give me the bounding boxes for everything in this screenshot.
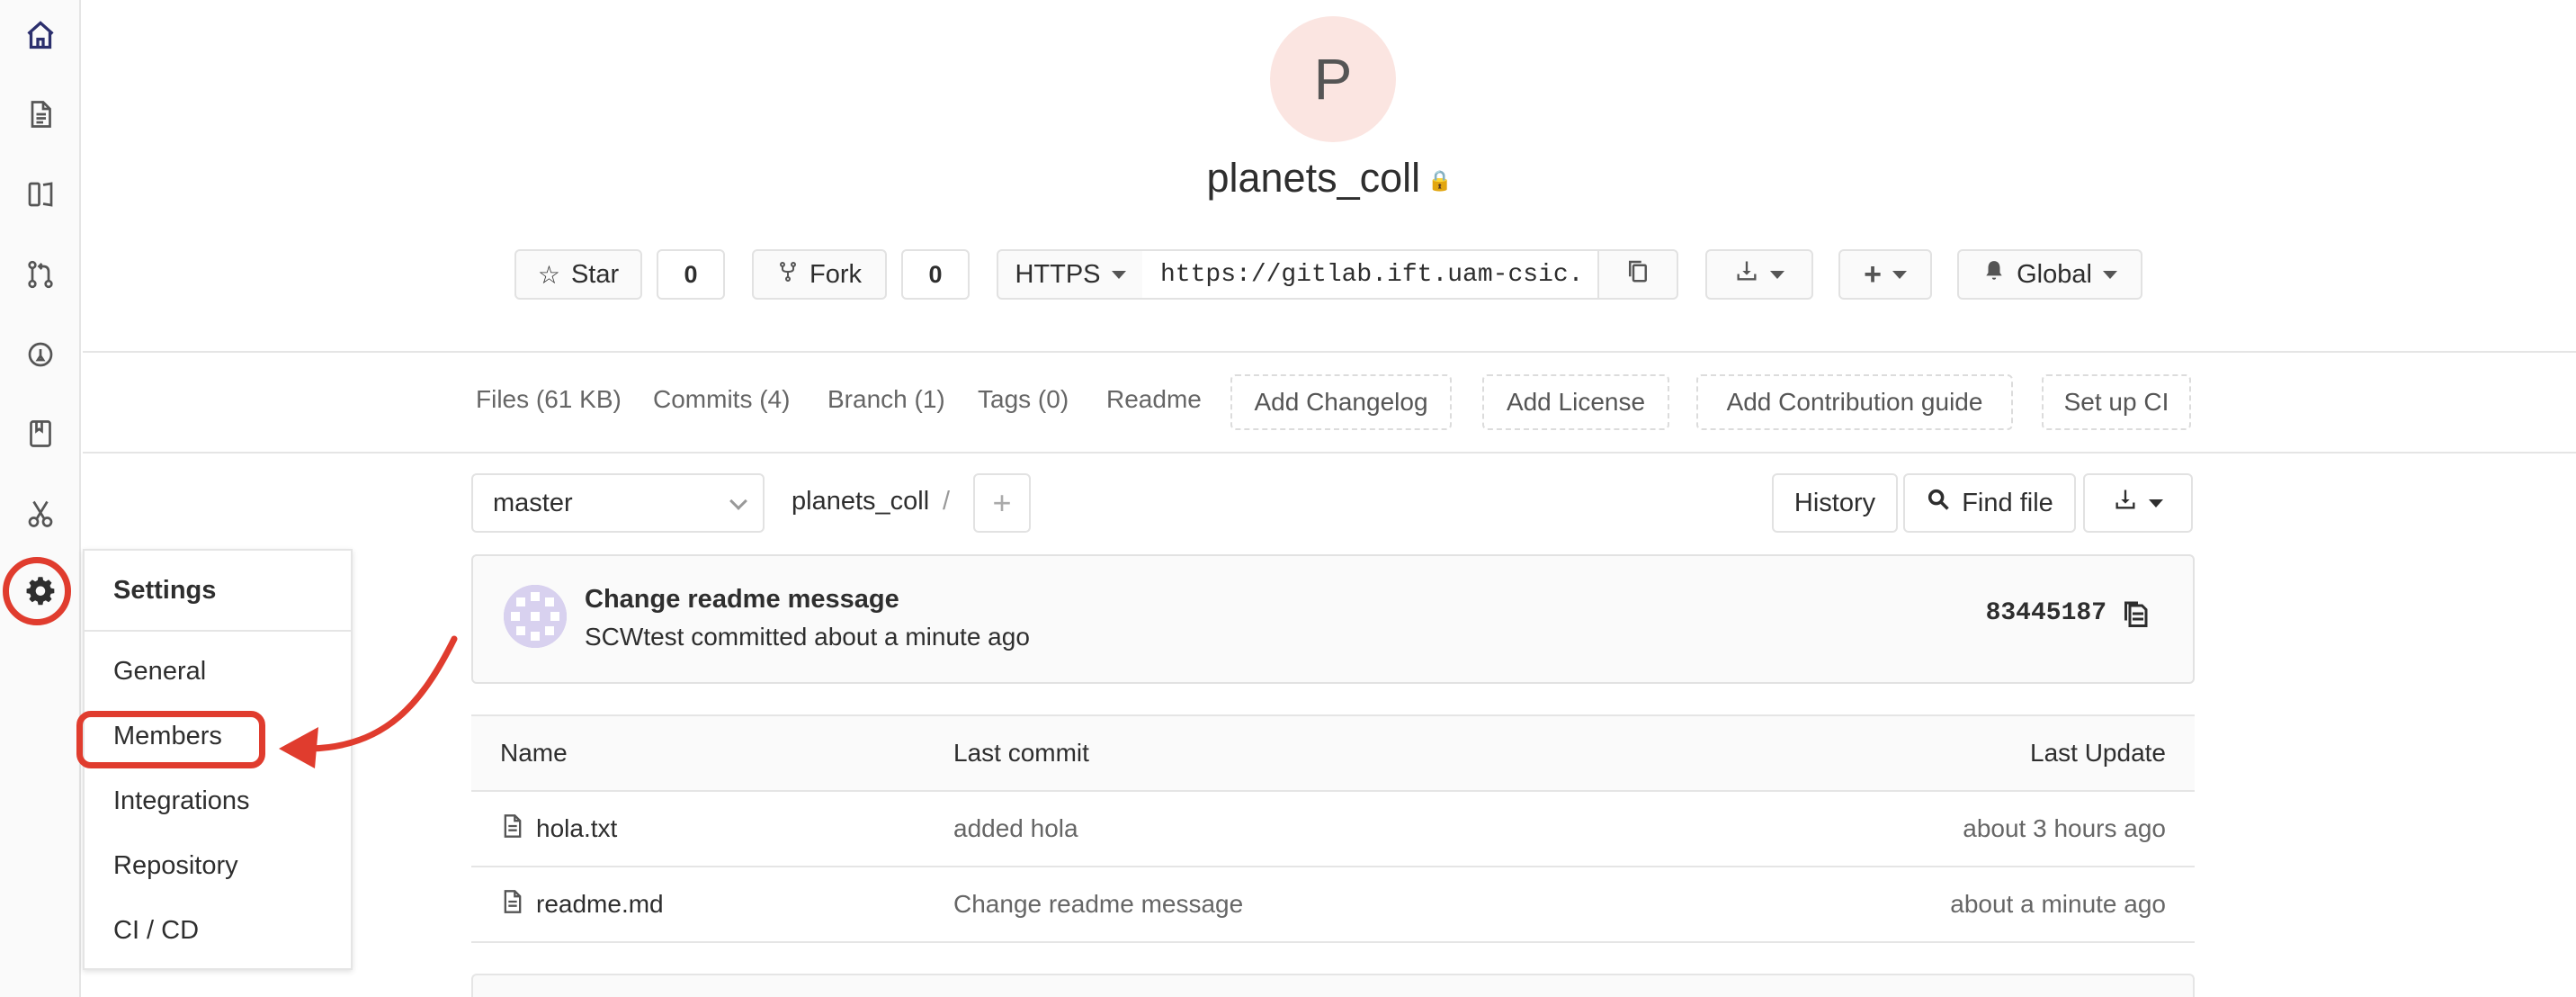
settings-item-general[interactable]: General (113, 657, 206, 687)
clone-url-input[interactable]: https://gitlab.ift.uam-csic. (1142, 249, 1599, 300)
settings-item-ci-cd[interactable]: CI / CD (113, 916, 199, 946)
table-header: Name Last commit Last Update (471, 714, 2195, 792)
new-item-dropdown[interactable]: + (1838, 249, 1932, 300)
project-title: planets_coll 🔒 (0, 155, 2576, 202)
fork-button[interactable]: Fork (752, 249, 887, 300)
last-commit-panel: Change readme message SCWtest committed … (471, 554, 2195, 684)
star-icon: ☆ (537, 260, 560, 289)
table-row[interactable]: hola.txt added hola about 3 hours ago (471, 792, 2195, 867)
annotation-arrow (279, 635, 458, 768)
column-header-last-update: Last Update (2030, 739, 2166, 767)
readme-link[interactable]: Readme (1106, 385, 1202, 414)
download-archive-dropdown[interactable] (2083, 473, 2193, 533)
file-name-cell[interactable]: hola.txt (500, 792, 617, 866)
file-table: Name Last commit Last Update hola.txt ad… (471, 714, 2195, 943)
home-icon[interactable] (20, 14, 61, 56)
merge-request-icon[interactable] (20, 254, 61, 295)
fork-icon (777, 260, 799, 290)
caret-down-icon (2102, 270, 2117, 279)
settings-highlight-circle (3, 557, 71, 625)
caret-down-icon (1770, 270, 1784, 279)
document-icon[interactable] (20, 94, 61, 135)
column-header-name: Name (500, 739, 568, 767)
table-row[interactable]: readme.md Change readme message about a … (471, 867, 2195, 943)
star-button[interactable]: ☆ Star (514, 249, 642, 300)
copy-url-button[interactable] (1597, 249, 1678, 300)
project-name: planets_coll (1206, 155, 1421, 201)
committer-avatar[interactable] (504, 585, 567, 648)
header-divider (83, 351, 2576, 353)
chevron-down-icon (729, 492, 747, 510)
flyout-title: Settings (113, 576, 217, 605)
settings-item-repository[interactable]: Repository (113, 851, 238, 881)
caret-down-icon (1111, 270, 1126, 279)
commit-meta: SCWtest committed about a minute ago (585, 623, 1030, 651)
find-file-button[interactable]: Find file (1903, 473, 2076, 533)
caret-down-icon (1892, 270, 1907, 279)
snippets-scissors-icon[interactable] (20, 493, 61, 534)
add-file-button[interactable]: + (973, 473, 1031, 533)
commit-sha[interactable]: 83445187 (1986, 599, 2106, 627)
file-updated-time: about a minute ago (1950, 890, 2166, 918)
files-link[interactable]: Files (61 KB) (476, 385, 622, 414)
file-commit-message[interactable]: added hola (953, 792, 1078, 866)
download-icon (2113, 487, 2138, 519)
project-avatar: P (1270, 16, 1396, 142)
commits-link[interactable]: Commits (4) (653, 385, 790, 414)
setup-ci-button[interactable]: Set up CI (2042, 374, 2191, 430)
bell-icon (1982, 259, 2006, 290)
file-icon (500, 889, 525, 921)
tags-link[interactable]: Tags (0) (978, 385, 1069, 414)
sidebar (0, 0, 81, 997)
ci-cd-icon[interactable] (20, 334, 61, 375)
clipboard-icon (1624, 257, 1651, 292)
column-header-last-commit: Last commit (953, 739, 1089, 767)
branch-select[interactable]: master (471, 473, 765, 533)
file-icon (500, 813, 525, 845)
file-commit-message[interactable]: Change readme message (953, 867, 1243, 941)
file-name-cell[interactable]: readme.md (500, 867, 664, 941)
members-highlight-box (76, 711, 265, 768)
nav-divider (83, 452, 2576, 454)
settings-item-integrations[interactable]: Integrations (113, 786, 250, 816)
add-license-button[interactable]: Add License (1482, 374, 1669, 430)
plus-icon: + (1864, 256, 1882, 292)
add-changelog-button[interactable]: Add Changelog (1230, 374, 1452, 430)
caret-down-icon (2149, 498, 2163, 507)
star-count[interactable]: 0 (657, 249, 725, 300)
breadcrumb-root[interactable]: planets_coll (792, 487, 929, 516)
lock-icon: 🔒 (1427, 169, 1453, 193)
download-icon (1734, 258, 1759, 291)
add-contribution-guide-button[interactable]: Add Contribution guide (1696, 374, 2013, 430)
notification-dropdown[interactable]: Global (1957, 249, 2142, 300)
fork-count[interactable]: 0 (901, 249, 970, 300)
copy-sha-icon[interactable] (2119, 597, 2151, 630)
history-button[interactable]: History (1772, 473, 1898, 533)
wiki-book-icon[interactable] (20, 413, 61, 454)
breadcrumb-separator: / (943, 487, 951, 516)
plus-icon: + (992, 484, 1012, 521)
download-dropdown[interactable] (1705, 249, 1813, 300)
readme-panel-edge (471, 974, 2195, 997)
branch-link[interactable]: Branch (1) (827, 385, 945, 414)
file-updated-time: about 3 hours ago (1963, 814, 2166, 842)
search-icon (1926, 487, 1951, 519)
commit-title[interactable]: Change readme message (585, 585, 899, 615)
protocol-dropdown[interactable]: HTTPS (997, 249, 1144, 300)
